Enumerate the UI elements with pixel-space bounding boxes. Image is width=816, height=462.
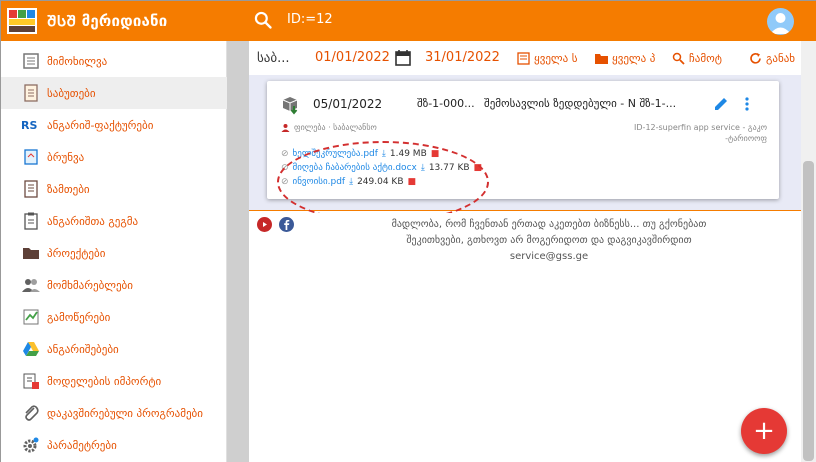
document-source: ID-12-superfin app service - გაკო -ტარიო… [634,123,767,143]
download-icon[interactable]: ⤓ [382,149,386,159]
sidebar-item-label: პროექტები [47,246,106,260]
app-logo-icon[interactable] [7,8,37,34]
document-number: შზ-1-000... [417,97,475,110]
main-scrollbar-thumb[interactable] [803,161,814,461]
folder-icon [23,248,39,259]
more-vert-icon[interactable] [743,96,751,112]
document-list-icon [517,52,530,65]
drive-icon [23,342,39,356]
paperclip-icon: ⊘ [281,149,289,159]
download-icon[interactable]: ⤓ [421,163,425,173]
youtube-icon[interactable] [257,217,272,232]
sidebar-item-label: ანგარიშთა გეგმა [47,214,139,228]
attachment-item: ⊘ ხელშეკრულება.pdf ⤓ 1.49 MB ■ [281,149,439,159]
results-area: 05/01/2022 შზ-1-000... შემოსავლის ზედდებ… [249,75,801,211]
search-icon[interactable] [253,10,273,30]
sidebar-item-settings[interactable]: პარამეტრები [1,429,227,461]
sidebar-item-chart-of-accounts[interactable]: ანგარიშთა გეგმა [1,205,227,237]
chart-of-accounts-icon [24,212,38,230]
main-content: საბ... 01/01/2022 31/01/2022 ყველა ს ყვე… [249,41,801,462]
all-documents-button[interactable]: ყველა ს [517,52,577,65]
users-icon [22,279,40,292]
facebook-icon[interactable] [279,217,294,232]
delete-icon[interactable]: ■ [474,163,483,173]
sidebar-item-label: გამოწერები [47,310,111,324]
top-app-bar: ᲨᲡᲨ მერიდიანი ID:=12 [1,1,816,41]
sidebar-item-label: ანგარიშ-ფაქტურები [47,118,154,132]
user-avatar[interactable] [767,8,794,35]
attachment-item: ⊘ ინვოისი.pdf ⤓ 249.04 KB ■ [281,177,416,187]
sidebar-item-label: ანგარიშებები [47,342,119,356]
document-card[interactable]: 05/01/2022 შზ-1-000... შემოსავლის ზედდებ… [267,81,779,199]
sidebar-item-overview[interactable]: მიმოხილვა [1,45,227,77]
attachment-link[interactable]: მიღება ჩაბარების აქტი.docx [293,163,417,173]
sidebar-item-accounts[interactable]: ანგარიშებები [1,333,227,365]
settings-icon [23,437,39,453]
calendar-icon[interactable] [395,49,411,66]
sidebar-item-projects[interactable]: პროექტები [1,237,227,269]
refresh-icon [750,53,761,64]
app-title: ᲨᲡᲨ მერიდიანი [47,12,168,30]
document-meta: ფილება · საბალანსო [281,123,377,132]
footer: მადლობა, რომ ჩვენთან ერთად აკეთებთ ბიზნე… [249,213,801,293]
documents-icon [24,84,38,102]
edit-icon[interactable] [713,96,729,112]
sidebar-item-users[interactable]: მომხმარებლები [1,269,227,301]
attachment-link[interactable]: ხელშეკრულება.pdf [293,149,378,159]
download-icon[interactable]: ⤓ [349,177,353,187]
download-button[interactable]: ჩამოტ [672,52,722,65]
sidebar-item-label: საბუთები [47,86,96,100]
date-from[interactable]: 01/01/2022 [315,50,390,65]
search-query[interactable]: ID:=12 [287,12,333,27]
document-date: 05/01/2022 [313,97,383,111]
toolbar-title: საბ... [257,51,290,66]
sidebar-item-model-import[interactable]: მოდელების იმპორტი [1,365,227,397]
sidebar-item-label: პარამეტრები [47,438,117,452]
delete-icon[interactable]: ■ [431,149,440,159]
sidebar-item-label: ზამთები [47,182,90,196]
sidebar-item-reports[interactable]: ზამთები [1,173,227,205]
attachment-size: 1.49 MB [389,149,427,159]
attachment-size: 13.77 KB [428,163,470,173]
attachment-size: 249.04 KB [357,177,404,187]
sidebar-item-invoices[interactable]: RS ანგარიშ-ფაქტურები [1,109,227,141]
add-button[interactable]: + [741,408,787,454]
sidebar-item-label: ბრუნვა [47,150,85,164]
sidebar-scrollbar[interactable] [227,41,249,462]
package-download-icon [282,97,298,115]
overview-icon [23,53,39,69]
all-folders-button[interactable]: ყველა პ [595,52,655,65]
reports-icon [24,180,38,198]
import-icon [23,373,39,389]
sidebar-item-connected-apps[interactable]: დაკავშირებული პროგრამები [1,397,227,429]
user-small-icon [281,124,290,132]
sidebar-item-subscriptions[interactable]: გამოწერები [1,301,227,333]
footer-text: მადლობა, რომ ჩვენთან ერთად აკეთებთ ბიზნე… [349,217,749,265]
document-title: შემოსავლის ზედდებული - N შზ-1-... [484,97,677,110]
date-to[interactable]: 31/01/2022 [425,50,500,65]
toolbar: საბ... 01/01/2022 31/01/2022 ყველა ს ყვე… [249,41,801,75]
paperclip-icon [25,405,39,421]
sidebar-item-label: მოდელების იმპორტი [47,374,162,388]
turnover-icon [24,149,38,165]
attachment-item: ⊘ მიღება ჩაბარების აქტი.docx ⤓ 13.77 KB … [281,163,482,173]
search-settings-icon [672,52,685,65]
support-email[interactable]: service@gss.ge [349,249,749,265]
refresh-button[interactable]: განახ [749,52,795,65]
paperclip-icon: ⊘ [281,177,289,187]
delete-icon[interactable]: ■ [408,177,417,187]
paperclip-icon: ⊘ [281,163,289,173]
sidebar-item-label: მიმოხილვა [47,54,108,68]
sidebar: მიმოხილვა საბუთები RS ანგარიშ-ფაქტურები … [1,41,227,462]
attachment-link[interactable]: ინვოისი.pdf [293,177,346,187]
user-icon [770,13,791,34]
subscriptions-icon [23,309,39,325]
sidebar-item-label: მომხმარებლები [47,278,133,292]
sidebar-item-label: დაკავშირებული პროგრამები [47,406,203,420]
folder-icon [595,54,608,64]
sidebar-item-documents[interactable]: საბუთები [1,77,227,109]
sidebar-item-turnover[interactable]: ბრუნვა [1,141,227,173]
rs-icon: RS [21,118,38,132]
